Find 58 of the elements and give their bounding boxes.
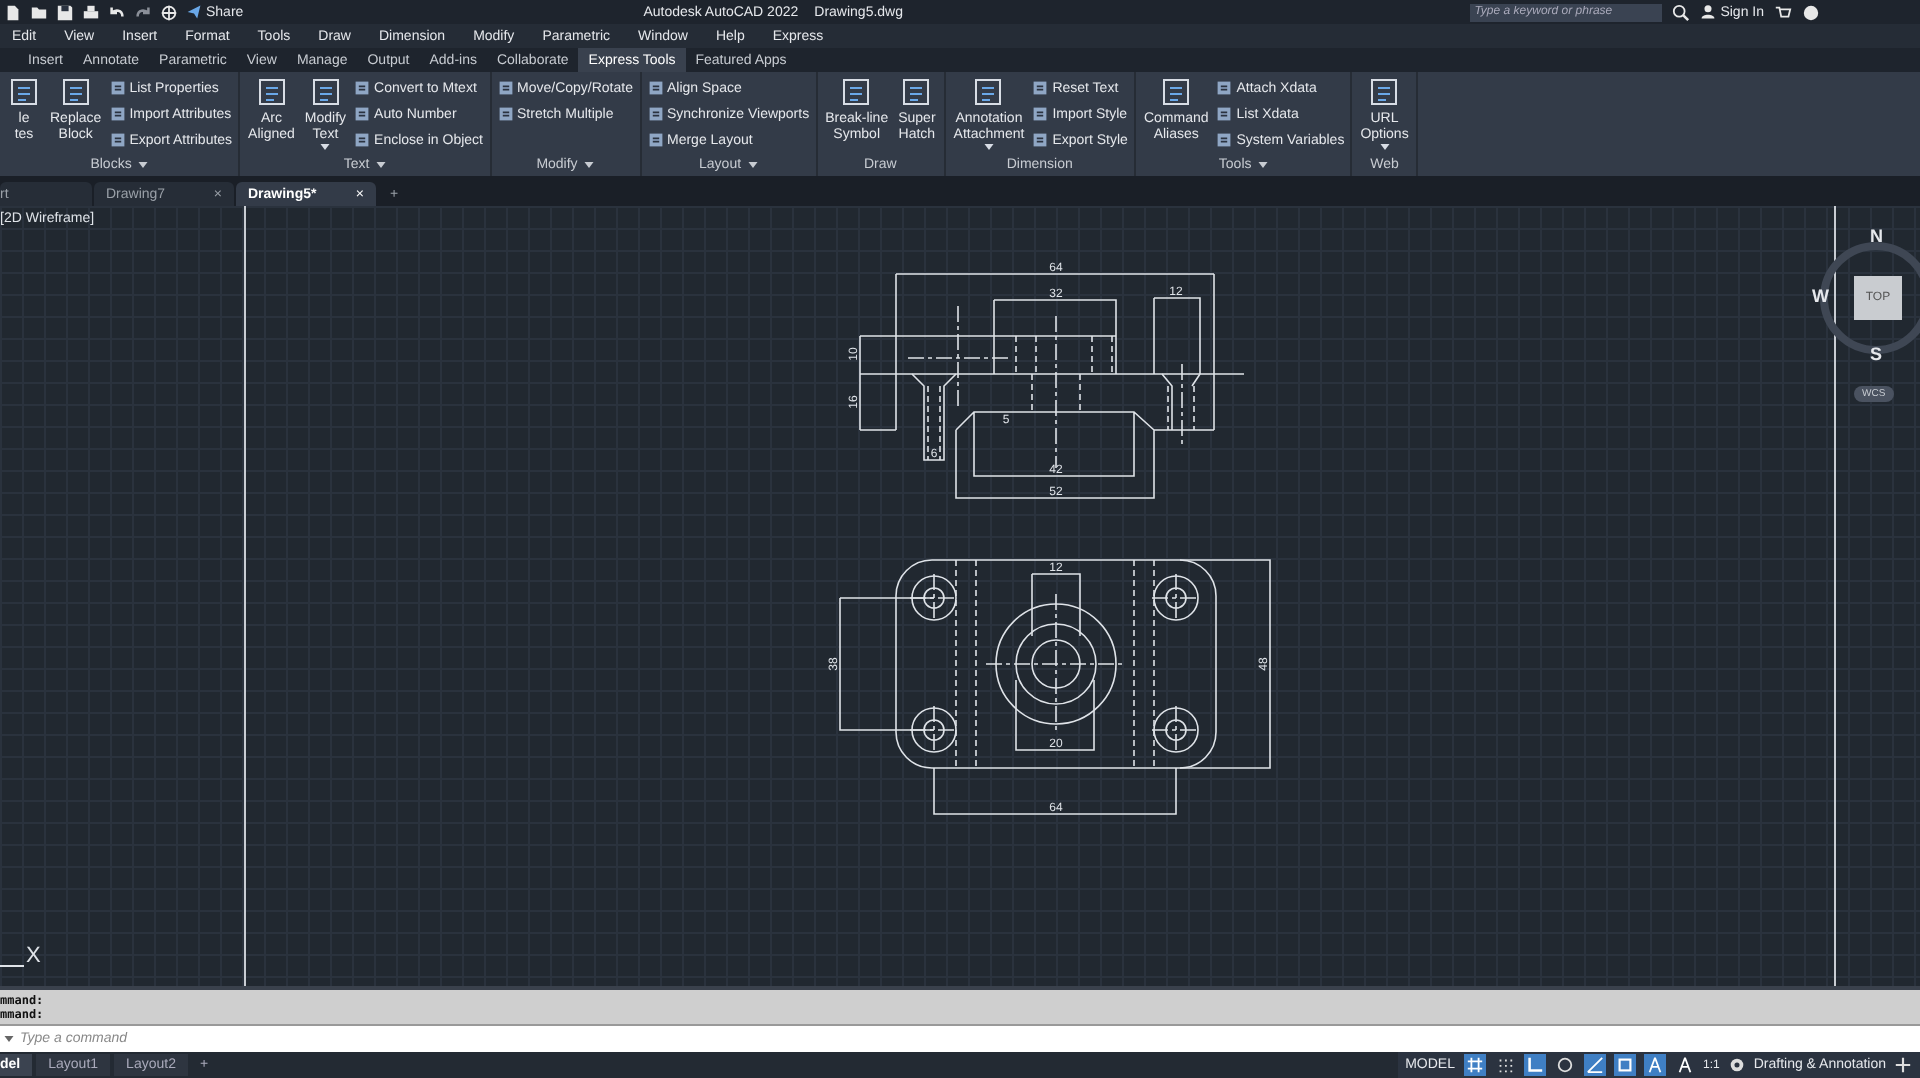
document-icon	[1032, 80, 1049, 96]
annotation-toggle[interactable]	[1643, 1054, 1665, 1076]
document-icon	[59, 76, 92, 108]
document-icon	[255, 76, 288, 108]
document-icon	[1216, 132, 1233, 148]
floppy-icon[interactable]	[56, 3, 74, 21]
caret-icon[interactable]	[747, 162, 758, 168]
document-icon	[1032, 106, 1049, 122]
compass-north[interactable]: N	[1870, 226, 1883, 246]
compass-south[interactable]: S	[1870, 344, 1883, 364]
document-icon	[900, 76, 933, 108]
document-icon	[972, 76, 1005, 108]
document-icon	[840, 76, 873, 108]
tracking-toggle[interactable]	[1583, 1054, 1605, 1076]
settings-icon[interactable]	[1727, 1056, 1746, 1074]
axis-line-icon	[0, 964, 24, 968]
printer-icon[interactable]	[82, 3, 100, 21]
caret-icon[interactable]	[583, 162, 594, 168]
document-icon	[354, 106, 371, 122]
caret-icon[interactable]	[4, 1036, 14, 1042]
caret-icon	[983, 144, 994, 150]
document-icon	[354, 80, 371, 96]
paper-plane-icon	[186, 4, 202, 20]
polar-toggle[interactable]	[1553, 1054, 1575, 1076]
document-icon	[1216, 80, 1233, 96]
document-icon	[309, 76, 342, 108]
document-icon	[354, 132, 371, 148]
document-icon	[647, 106, 663, 122]
user-icon	[1700, 4, 1717, 20]
document-icon	[497, 106, 514, 122]
object-snap-toggle[interactable]	[1613, 1054, 1635, 1076]
search-icon[interactable]	[1672, 3, 1691, 21]
compass-west[interactable]: W	[1812, 286, 1829, 306]
document-icon	[1216, 106, 1233, 122]
document-icon	[109, 132, 126, 148]
caret-icon	[1379, 144, 1390, 150]
plus-icon[interactable]	[1894, 1056, 1912, 1074]
globe-icon[interactable]	[160, 3, 178, 21]
axis-label: X	[26, 946, 41, 968]
document-icon	[1368, 76, 1401, 108]
cart-icon[interactable]	[1774, 3, 1792, 21]
annotation-toggle[interactable]	[1673, 1054, 1695, 1076]
document-icon	[647, 132, 663, 148]
undo-icon[interactable]	[108, 3, 126, 21]
document-icon	[109, 80, 126, 96]
ortho-toggle[interactable]	[1523, 1054, 1545, 1076]
document-icon	[109, 106, 126, 122]
document-icon	[1160, 76, 1193, 108]
caret-icon[interactable]	[375, 162, 386, 168]
caret-icon[interactable]	[137, 162, 148, 168]
document-icon	[1032, 132, 1049, 148]
document-icon	[8, 76, 40, 108]
document-icon	[647, 80, 663, 96]
caret-icon	[320, 144, 331, 150]
grid-toggle[interactable]	[1463, 1054, 1485, 1076]
redo-icon[interactable]	[134, 3, 152, 21]
document-icon	[497, 80, 514, 96]
caret-icon[interactable]	[1257, 162, 1268, 168]
